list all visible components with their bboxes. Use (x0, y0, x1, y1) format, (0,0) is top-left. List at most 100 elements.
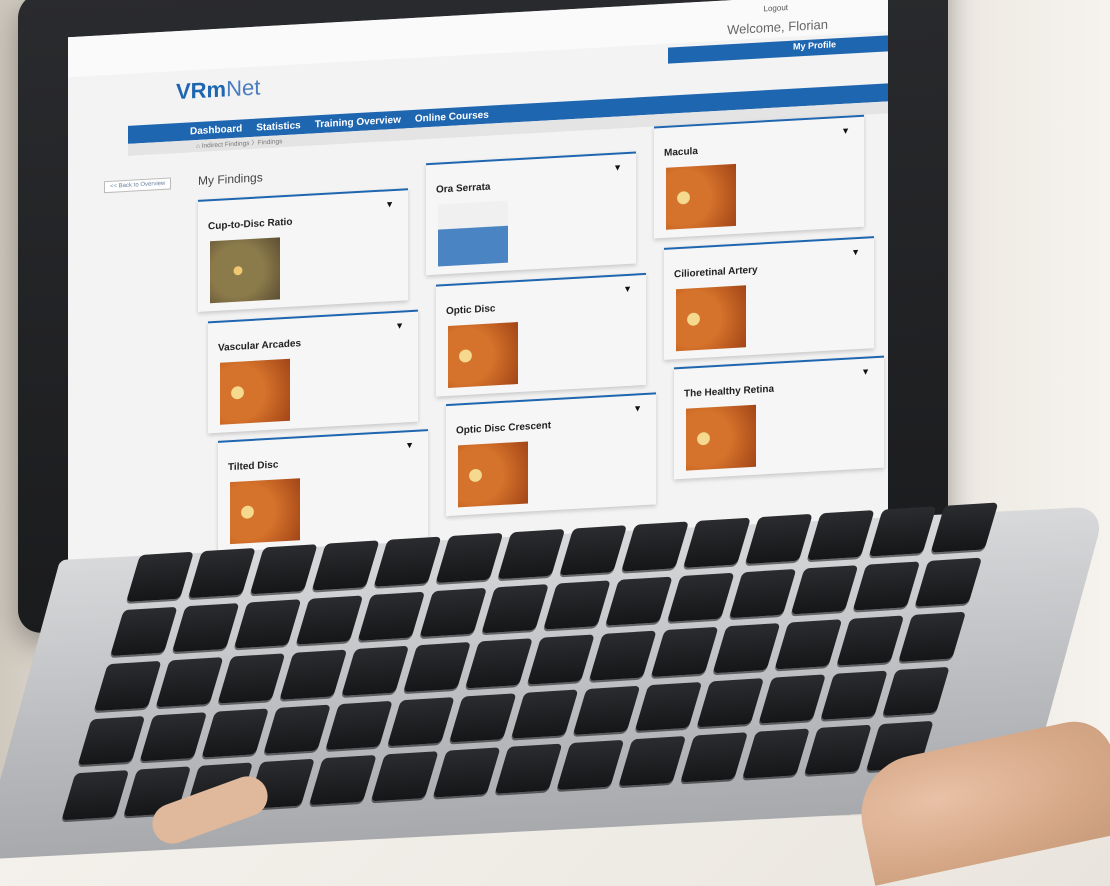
finding-thumbnail (220, 358, 290, 425)
key[interactable] (308, 755, 377, 806)
key[interactable] (683, 517, 751, 568)
key[interactable] (448, 693, 517, 743)
key[interactable] (432, 747, 501, 798)
page-title: My Findings (198, 170, 263, 188)
key[interactable] (745, 513, 813, 564)
key[interactable] (605, 576, 673, 626)
home-icon[interactable]: ⌂ (196, 143, 200, 150)
key[interactable] (373, 536, 442, 587)
key[interactable] (171, 602, 240, 653)
card-title: The Healthy Retina (684, 383, 775, 400)
key[interactable] (341, 645, 410, 696)
key[interactable] (188, 547, 256, 598)
key[interactable] (820, 670, 888, 721)
key[interactable] (527, 634, 595, 685)
card-title: Ora Serrata (436, 181, 491, 196)
card-title: Tilted Disc (228, 459, 279, 474)
key[interactable] (696, 677, 765, 728)
finding-card[interactable]: Tilted Disc ▼ (218, 429, 428, 553)
vrmnet-logo: VRmNet (176, 74, 261, 105)
nav-training-overview[interactable]: Training Overview (315, 114, 401, 130)
card-menu-icon[interactable]: ▼ (841, 125, 850, 135)
finding-card[interactable]: Vascular Arcades ▼ (208, 309, 418, 434)
card-title: Optic Disc Crescent (456, 420, 552, 437)
nav-online-courses[interactable]: Online Courses (415, 109, 489, 124)
key[interactable] (634, 681, 703, 732)
key[interactable] (868, 506, 937, 557)
finding-card[interactable]: Macula ▼ (654, 114, 864, 239)
key[interactable] (233, 598, 302, 649)
key[interactable] (494, 743, 563, 794)
key[interactable] (311, 540, 380, 591)
card-menu-icon[interactable]: ▼ (405, 440, 414, 450)
key[interactable] (279, 649, 348, 700)
finding-thumbnail (666, 163, 736, 230)
key[interactable] (465, 638, 533, 689)
key[interactable] (325, 700, 393, 751)
key[interactable] (217, 653, 286, 704)
key[interactable] (419, 587, 488, 638)
key[interactable] (680, 732, 748, 783)
key[interactable] (852, 560, 921, 611)
key[interactable] (559, 525, 628, 576)
finding-thumbnail (676, 285, 746, 352)
key[interactable] (804, 725, 872, 775)
key[interactable] (758, 674, 827, 724)
key[interactable] (139, 711, 208, 762)
finding-thumbnail (448, 322, 518, 388)
key[interactable] (510, 689, 579, 740)
nav-dashboard[interactable]: Dashboard (190, 123, 242, 137)
finding-thumbnail (210, 237, 280, 304)
card-menu-icon[interactable]: ▼ (385, 199, 394, 209)
key[interactable] (588, 630, 657, 681)
key[interactable] (543, 579, 611, 630)
key[interactable] (481, 583, 550, 634)
key[interactable] (618, 736, 687, 787)
card-menu-icon[interactable]: ▼ (395, 320, 404, 330)
finding-card[interactable]: Cup-to-Disc Ratio ▼ (198, 188, 408, 312)
key[interactable] (295, 595, 364, 645)
card-menu-icon[interactable]: ▼ (851, 247, 860, 257)
key[interactable] (387, 696, 455, 747)
key[interactable] (435, 532, 504, 583)
key[interactable] (263, 704, 331, 755)
card-menu-icon[interactable]: ▼ (861, 366, 870, 376)
card-menu-icon[interactable]: ▼ (623, 284, 632, 294)
key[interactable] (249, 544, 318, 594)
laptop-screen: Logout Welcome, Florian My Profile VRmNe… (68, 0, 888, 598)
key[interactable] (403, 642, 471, 692)
key[interactable] (572, 685, 641, 736)
key[interactable] (621, 521, 689, 572)
key[interactable] (712, 623, 781, 674)
card-title: Cup-to-Disc Ratio (208, 216, 293, 233)
finding-card[interactable]: Optic Disc ▼ (436, 272, 646, 397)
key[interactable] (650, 627, 719, 677)
finding-card[interactable]: Ora Serrata ▼ (426, 151, 636, 276)
finding-card[interactable]: Optic Disc Crescent ▼ (446, 392, 656, 517)
finding-thumbnail (438, 200, 508, 267)
finding-card[interactable]: The Healthy Retina ▼ (674, 355, 884, 480)
logout-link[interactable]: Logout (764, 3, 788, 13)
key[interactable] (806, 510, 875, 560)
nav-statistics[interactable]: Statistics (256, 120, 300, 133)
key[interactable] (370, 751, 439, 802)
key[interactable] (836, 615, 905, 666)
card-menu-icon[interactable]: ▼ (613, 162, 622, 172)
finding-thumbnail (458, 441, 528, 508)
key[interactable] (556, 740, 625, 791)
key[interactable] (774, 619, 843, 670)
key[interactable] (666, 572, 735, 623)
card-menu-icon[interactable]: ▼ (633, 403, 642, 413)
card-title: Cilioretinal Artery (674, 264, 758, 281)
card-title: Macula (664, 145, 698, 159)
finding-card[interactable]: Cilioretinal Artery ▼ (664, 236, 874, 360)
key[interactable] (497, 528, 566, 579)
key[interactable] (201, 708, 270, 759)
finding-thumbnail (686, 404, 756, 471)
key[interactable] (357, 591, 426, 642)
key[interactable] (790, 564, 859, 615)
key[interactable] (728, 568, 797, 619)
key[interactable] (742, 728, 810, 779)
key[interactable] (155, 657, 224, 708)
back-to-overview-button[interactable]: << Back to Overview (104, 177, 172, 194)
